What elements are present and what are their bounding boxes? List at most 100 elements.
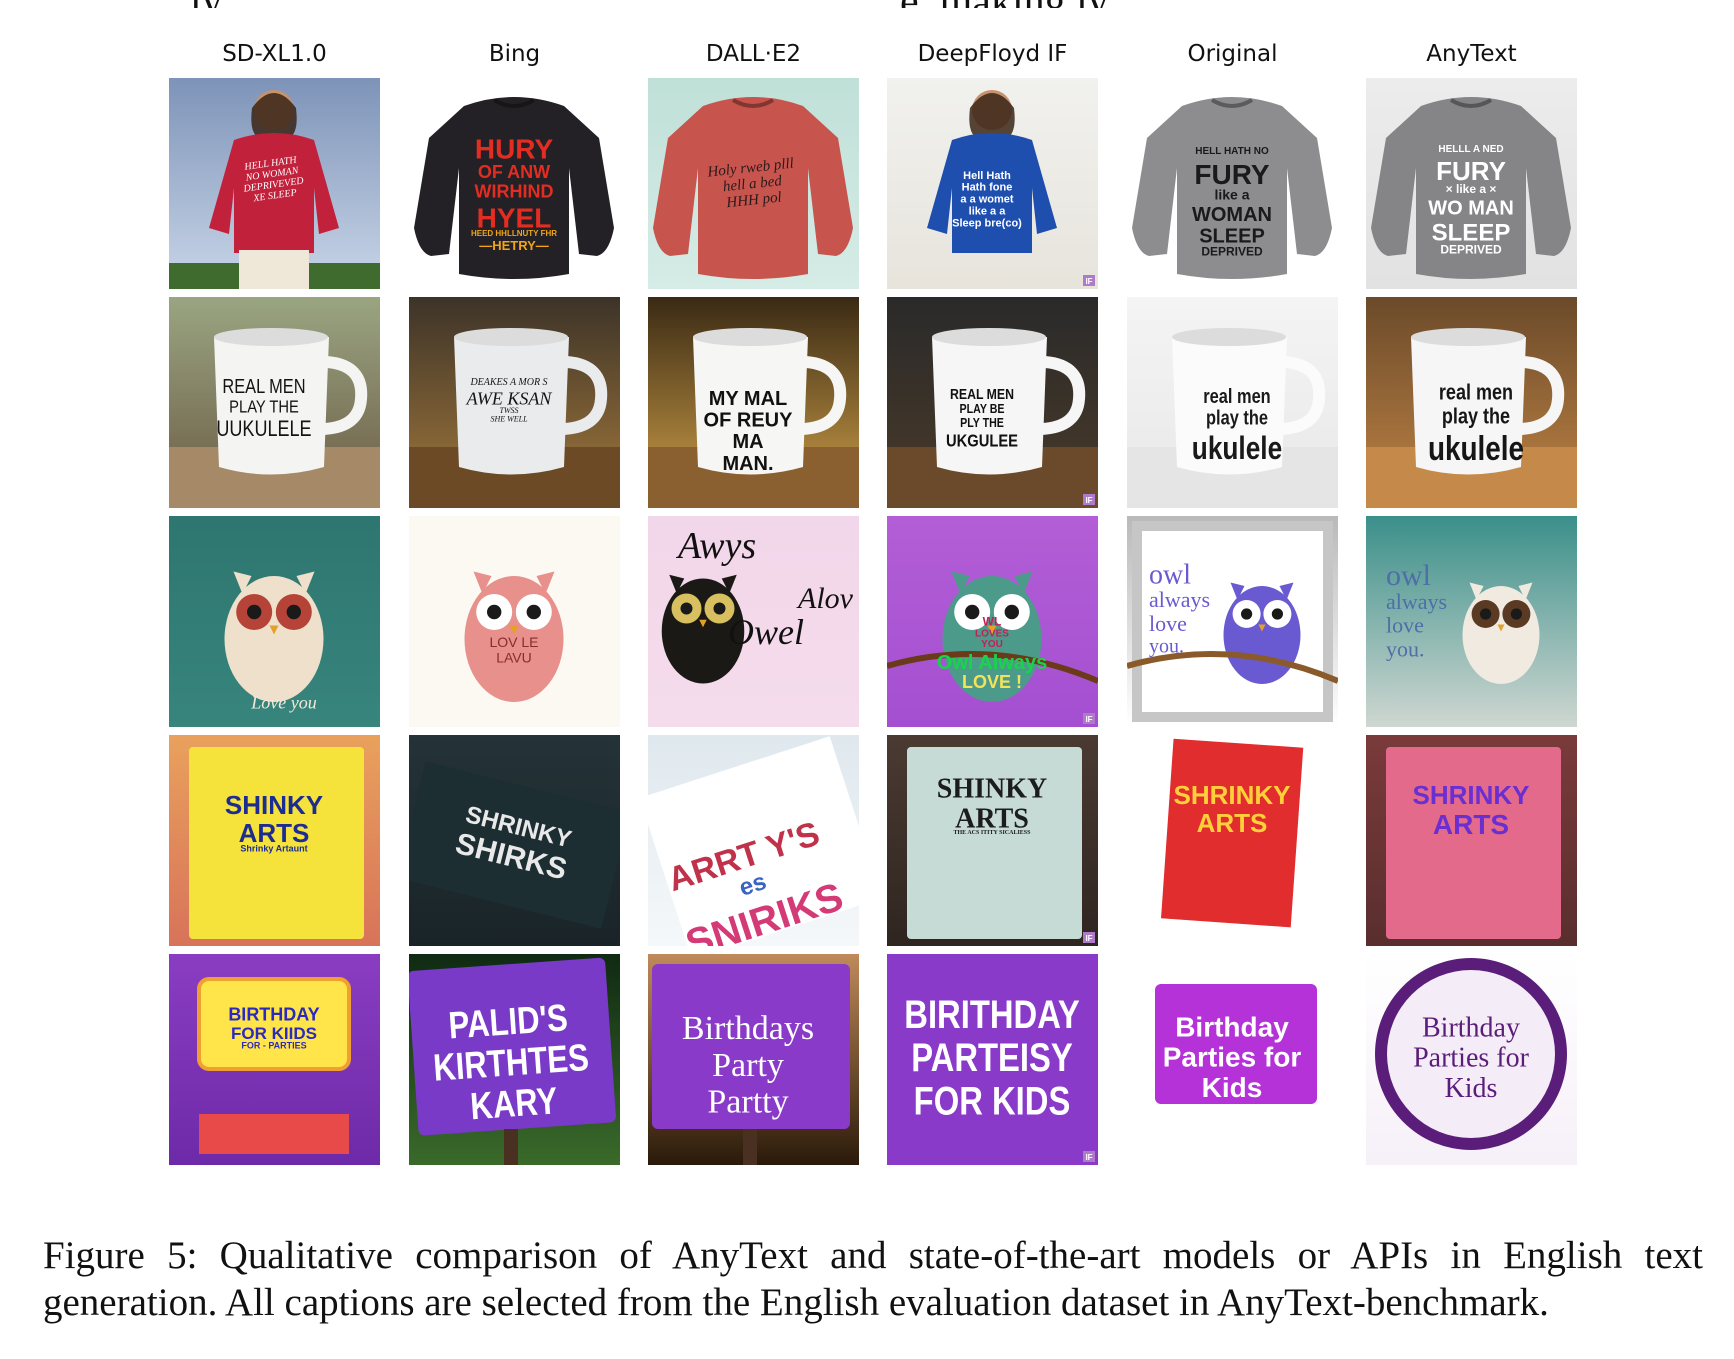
generated-text-line: real men	[1203, 384, 1270, 407]
image-sign-anytext: Birthday Parties for Kids	[1366, 954, 1577, 1165]
image-sweatshirt-sd-xl: HELL HATH NO WOMAN DEPRIVEVED XE SLEEP	[169, 78, 380, 289]
svg-text:IF: IF	[1085, 934, 1092, 943]
image-mug-dalle2: MY MAL OF REUY MA MAN.	[648, 297, 859, 508]
generated-text-line: ARTS	[1197, 808, 1268, 838]
svg-text:IF: IF	[1085, 1153, 1092, 1162]
generated-text-line: LOVES	[975, 628, 1009, 639]
generated-text-line: Parties for	[1163, 1042, 1302, 1073]
column-header-original: Original	[1187, 41, 1278, 67]
figure-caption: Figure 5: Qualitative comparison of AnyT…	[43, 1234, 1703, 1324]
generated-text-line: DEAKES A MOR S	[469, 377, 547, 388]
generated-text-line: × like a ×	[1446, 182, 1497, 196]
image-sign-deepfloyd: BIRITHDAY PARTEISY FOR KIDS IF	[887, 954, 1098, 1165]
image-sweatshirt-original: HELL HATH NO FURY like a WOMAN SLEEP DEPRIVED	[1127, 78, 1338, 289]
cropped-text-left: ly	[190, 0, 223, 8]
generated-text-line: DEPRIVED	[1440, 243, 1502, 257]
generated-text-line: Hath fone	[962, 182, 1013, 194]
generated-text-line: play the	[1206, 406, 1268, 429]
image-book-original: SHRINKY ARTS	[1127, 735, 1338, 946]
generated-text-line: ukulele	[1428, 429, 1524, 467]
generated-text-line: Birthday	[1175, 1011, 1289, 1042]
svg-text:IF: IF	[1085, 715, 1092, 724]
generated-text-line: YOU	[981, 639, 1003, 650]
generated-text-line: MA	[732, 431, 763, 453]
generated-text: HELLL A NEDFURY× like a ×WO MANSLEEPDEPR…	[1428, 144, 1514, 257]
generated-text-line: ARTS	[1433, 809, 1509, 840]
cropped-text-line: ly e, making ly	[0, 0, 1734, 8]
generated-text-line: Shrinky Artaunt	[240, 844, 307, 854]
generated-text-line: ukulele	[1192, 432, 1282, 467]
generated-text: BIRITHDAYPARTEISYFOR KIDS	[904, 992, 1079, 1123]
generated-text-line: LOVE !	[962, 672, 1022, 692]
generated-text-line: Kids	[1202, 1072, 1263, 1103]
generated-text-line: owl	[1386, 559, 1431, 592]
column-header-deepfloyd: DeepFloyd IF	[917, 41, 1068, 67]
generated-text-line: TWSS	[499, 406, 518, 415]
generated-text-line: UKGULEE	[946, 431, 1018, 451]
generated-text-line: Owel	[728, 612, 804, 652]
generated-text-line: MAN.	[722, 453, 773, 475]
model-watermark: IF	[1083, 1151, 1095, 1162]
generated-text-line: Sleep bre(co)	[952, 217, 1022, 229]
generated-text-line: like a	[1214, 186, 1249, 202]
image-book-bing: SHRINKY SHIRKS	[409, 735, 620, 946]
generated-text-line: BIRITHDAY	[904, 992, 1079, 1037]
image-owl-bing: LOV LE LAVU	[409, 516, 620, 727]
generated-text-line: SHRINKY	[1412, 780, 1529, 810]
image-mug-deepfloyd: REAL MEN PLAY BE PLY THE UKGULEE IF	[887, 297, 1098, 508]
generated-text-line: Birthdays	[682, 1010, 814, 1047]
generated-text-line: SHINKY	[937, 773, 1047, 804]
image-book-anytext: SHRINKY ARTS	[1366, 735, 1577, 946]
generated-text: BIRTHDAYFOR KIIDSFOR - PARTIES	[228, 1004, 319, 1050]
image-sign-sd-xl: BIRTHDAY FOR KIIDS FOR - PARTIES	[169, 954, 380, 1165]
image-sweatshirt-dalle2: Holy rweb plll hell a bed HHH pol	[648, 78, 859, 289]
generated-text-line: HELL HATH NO	[1195, 146, 1269, 157]
generated-text-line: PARTEISY	[911, 1035, 1073, 1080]
generated-text-line: like a a	[969, 205, 1007, 217]
image-book-dalle2: ARRT Y'S es SNIRIKS	[648, 735, 859, 946]
column-header-dalle2: DALL·E2	[705, 41, 802, 67]
generated-text: REAL MENPLAY THEUUKULELE	[216, 374, 311, 441]
generated-text-line: HELLL A NED	[1438, 144, 1503, 155]
svg-text:IF: IF	[1085, 277, 1092, 286]
generated-text-line: SHINKY	[225, 790, 323, 820]
model-watermark: IF	[1083, 494, 1095, 505]
image-mug-anytext: real men play the ukulele	[1366, 297, 1577, 508]
image-owl-dalle2: Awys Alov Owel	[648, 516, 859, 727]
generated-text-line: you.	[1386, 636, 1425, 661]
generated-text-line: DEPRIVED	[1201, 245, 1263, 259]
generated-text: Love you	[250, 692, 316, 712]
cropped-text-right: e, making ly	[900, 0, 1109, 8]
generated-text-line: love	[1386, 613, 1424, 638]
image-mug-bing: DEAKES A MOR S AWE KSAN TWSS SHE WELL	[409, 297, 620, 508]
generated-text-line: FOR - PARTIES	[241, 1040, 306, 1050]
generated-text-line: BIRTHDAY	[228, 1004, 319, 1024]
generated-text-line: always	[1149, 587, 1210, 612]
generated-text-line: real men	[1439, 381, 1513, 405]
generated-text-line: play the	[1442, 405, 1510, 429]
generated-text-line: WO MAN	[1428, 198, 1514, 220]
generated-text-line: Party	[712, 1047, 784, 1084]
generated-text: LOV LELAVU	[489, 634, 538, 665]
generated-text-line: Love you	[250, 692, 316, 712]
generated-text-line: always	[1386, 589, 1447, 614]
image-mug-sd-xl: REAL MEN PLAY THE UUKULELE	[169, 297, 380, 508]
generated-text-line: WL	[983, 615, 1002, 629]
image-owl-anytext: owl always love you.	[1366, 516, 1577, 727]
generated-text-line: Partty	[707, 1084, 788, 1121]
generated-text-line: Parties for	[1413, 1043, 1530, 1074]
image-owl-sd-xl: Love you	[169, 516, 380, 727]
generated-text-line: SHRINKY	[1173, 780, 1290, 810]
generated-text-line: WIRHIND	[475, 181, 554, 201]
generated-text-line: REAL MEN	[950, 386, 1014, 402]
generated-text-line: PLY THE	[960, 415, 1004, 430]
image-sweatshirt-deepfloyd: Hell Hath Hath fone a a womet like a a Sleep…	[887, 78, 1098, 289]
subject-shape	[1386, 747, 1561, 939]
generated-text-line: LOV LE	[489, 634, 538, 650]
generated-text-line: HEED HHLLNUTY FHR	[471, 229, 557, 238]
generated-text-line: UUKULELE	[216, 418, 311, 442]
generated-text-line: —HETRY—	[479, 238, 549, 253]
generated-text-line: KARY	[469, 1081, 559, 1129]
generated-text-line: OF ANW	[478, 162, 550, 182]
generated-text-line: THE ACS ITITY SICALIESS	[954, 830, 1032, 836]
